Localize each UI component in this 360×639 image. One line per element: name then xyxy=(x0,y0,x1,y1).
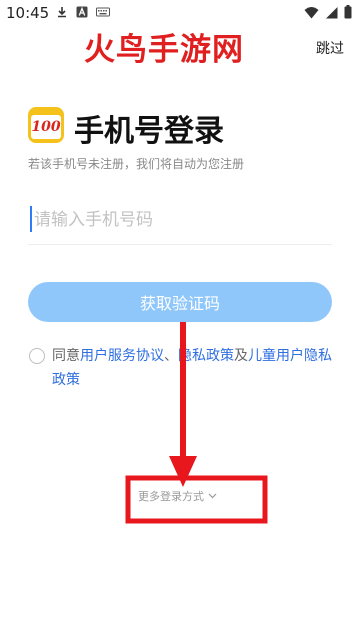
user-agreement-link[interactable]: 用户服务协议 xyxy=(80,348,164,364)
register-hint: 若该手机号未注册，我们将自动为您注册 xyxy=(28,157,245,171)
download-icon xyxy=(58,7,66,18)
app-logo-text: 100 xyxy=(31,115,61,139)
signal-icon xyxy=(326,6,338,18)
chevron-down-icon xyxy=(208,493,217,499)
status-system-icons xyxy=(304,5,352,19)
wifi-icon xyxy=(304,6,319,18)
get-code-button[interactable]: 获取验证码 xyxy=(28,282,332,322)
battery-icon xyxy=(344,5,352,19)
more-login-label: 更多登录方式 xyxy=(138,490,204,503)
status-bar: 10:45 xyxy=(0,0,360,26)
a-badge-icon xyxy=(76,6,88,18)
watermark-text: 火鸟手游网 xyxy=(84,32,244,68)
privacy-policy-link[interactable]: 隐私政策 xyxy=(178,348,234,364)
agreement-text: 同意用户服务协议、隐私政策及儿童用户隐私政策 xyxy=(52,344,342,392)
agreement-checkbox[interactable] xyxy=(29,348,45,364)
agreement-separator: 及 xyxy=(234,348,248,364)
app-logo: 100 xyxy=(28,107,64,143)
agreement-prefix: 同意 xyxy=(52,348,80,364)
phone-input[interactable] xyxy=(32,204,332,236)
more-login-options-button[interactable]: 更多登录方式 xyxy=(138,488,217,504)
skip-button[interactable]: 跳过 xyxy=(316,38,344,58)
agreement-separator: 、 xyxy=(164,348,178,364)
annotation-arrow-head xyxy=(169,456,197,487)
page-title: 手机号登录 xyxy=(74,114,224,149)
text-cursor xyxy=(30,206,32,232)
phone-input-field[interactable] xyxy=(28,198,332,245)
status-notification-icons xyxy=(56,6,110,18)
keyboard-icon xyxy=(96,7,110,17)
status-time: 10:45 xyxy=(6,4,50,22)
